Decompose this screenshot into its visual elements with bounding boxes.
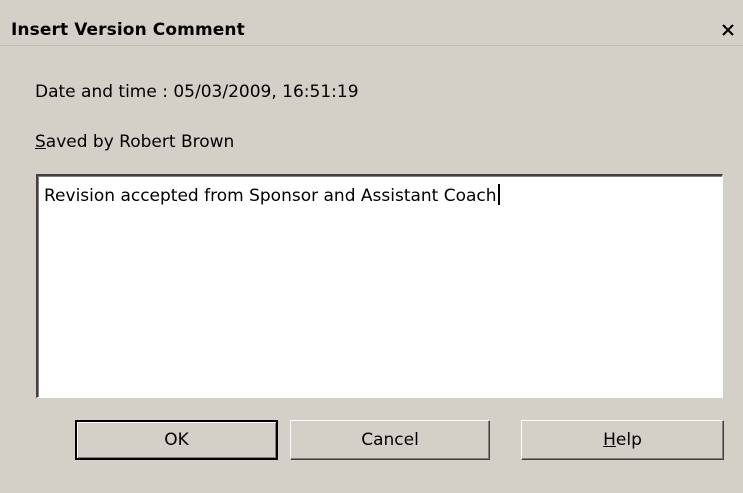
cancel-button[interactable]: Cancel (290, 420, 490, 460)
comment-text-value: Revision accepted from Sponsor and Assis… (44, 184, 500, 206)
saved-by-text: aved by Robert Brown (45, 132, 235, 152)
help-mnemonic: H (603, 430, 616, 450)
comment-text: Revision accepted from Sponsor and Assis… (44, 186, 497, 206)
date-time-label: Date and time : 05/03/2009, 16:51:19 (35, 82, 359, 102)
insert-version-comment-dialog: Insert Version Comment Date and time : 0… (0, 0, 743, 493)
dialog-title: Insert Version Comment (11, 20, 245, 40)
text-caret (497, 184, 500, 205)
title-bar[interactable]: Insert Version Comment (0, 0, 743, 46)
saved-by-mnemonic: S (35, 132, 46, 152)
saved-by-label: Saved by Robert Brown (35, 132, 234, 152)
ok-button[interactable]: OK (75, 420, 278, 460)
help-label-rest: elp (615, 430, 642, 450)
comment-textarea[interactable]: Revision accepted from Sponsor and Assis… (36, 174, 723, 398)
close-icon (722, 24, 734, 36)
help-button[interactable]: Help (521, 420, 724, 460)
close-button[interactable] (716, 19, 740, 41)
